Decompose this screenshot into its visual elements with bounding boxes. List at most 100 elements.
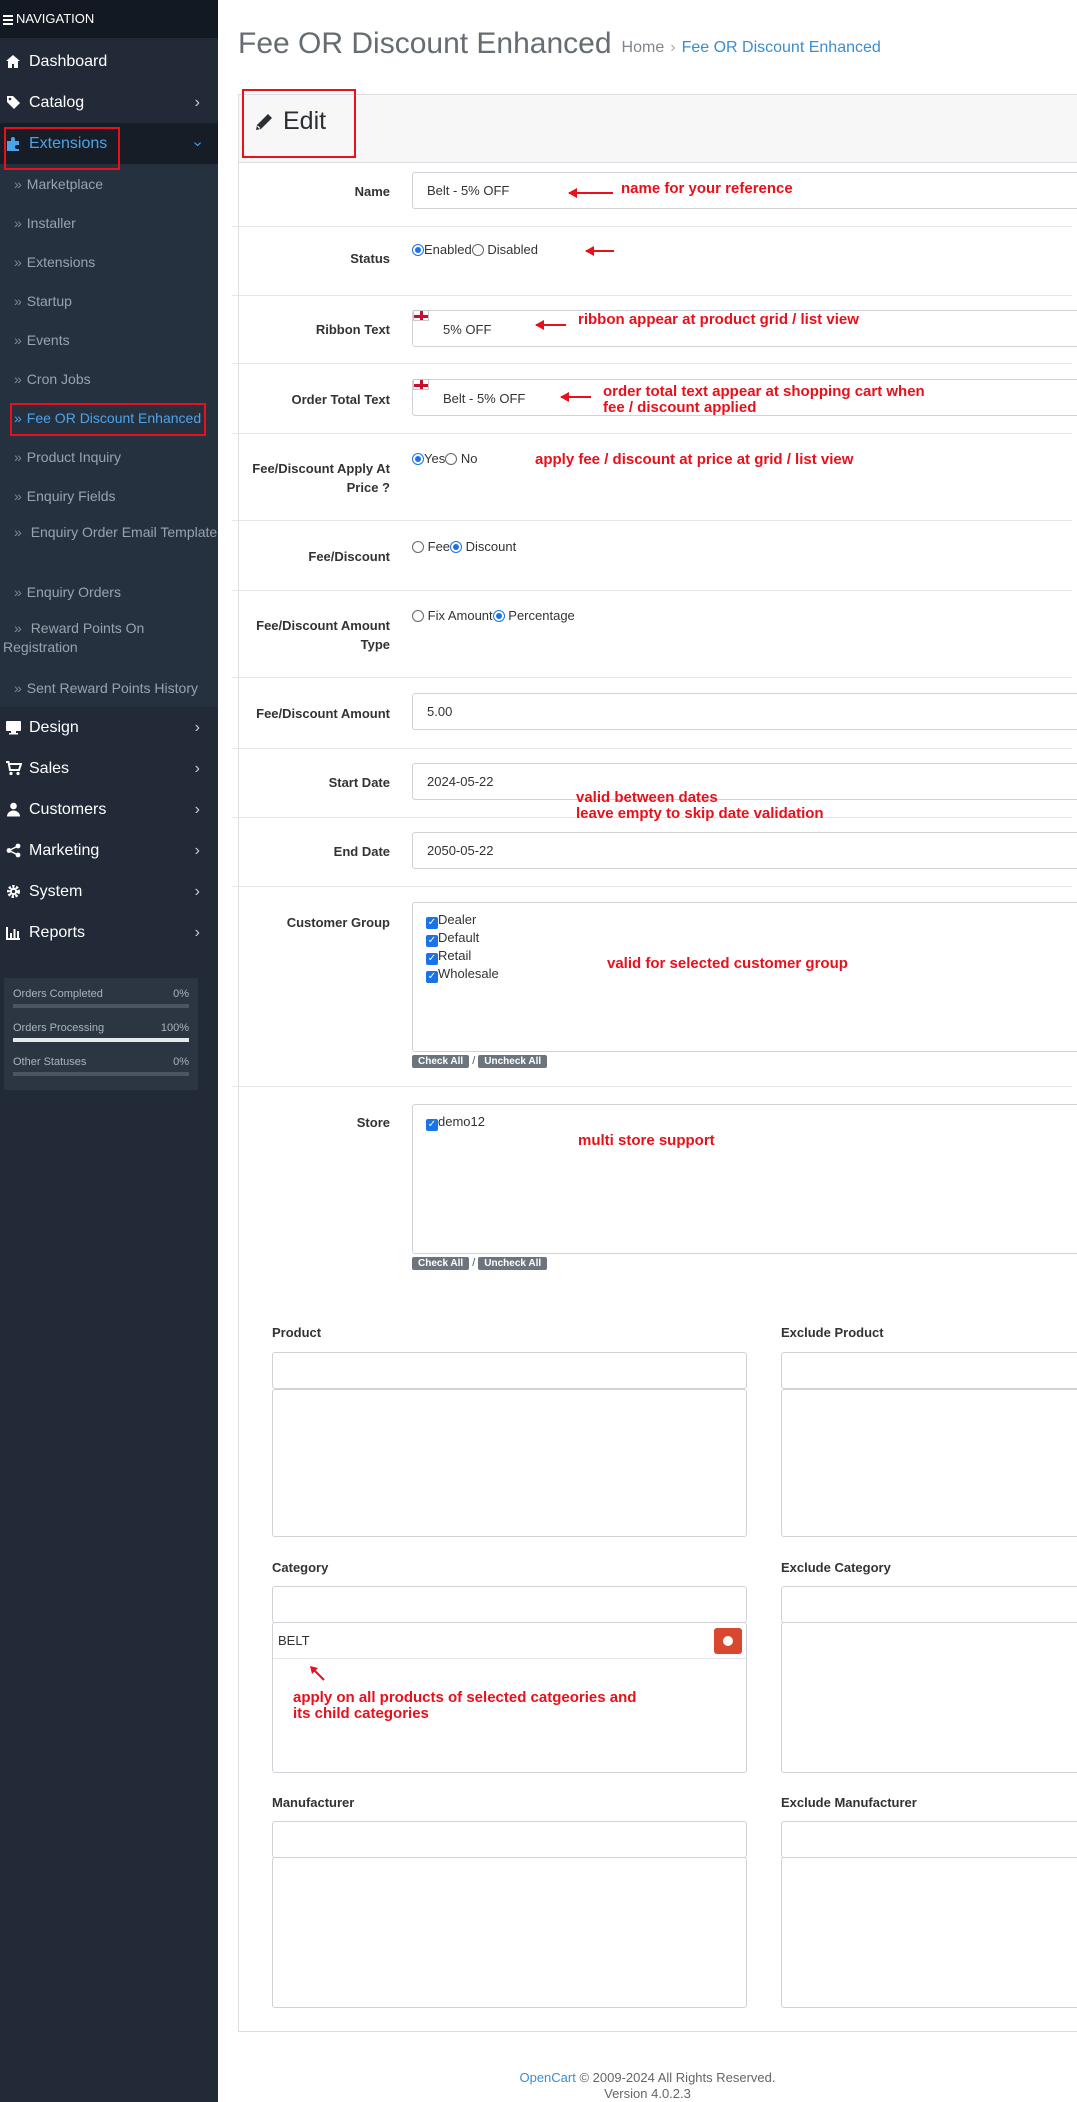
checkbox-checked-icon[interactable]: ✓ xyxy=(426,917,438,929)
annotation-ribbon: ribbon appear at product grid / list vie… xyxy=(578,311,859,328)
double-chevron-icon: » xyxy=(14,175,22,192)
sub-item-label: Startup xyxy=(26,292,72,309)
discount-radio[interactable] xyxy=(450,541,463,553)
stat-label: Orders Processing xyxy=(13,1022,105,1034)
nav-item-catalog[interactable]: Catalog › xyxy=(0,82,218,123)
sub-item-cron-jobs[interactable]: » Cron Jobs xyxy=(0,359,218,398)
nav-item-label: Extensions xyxy=(29,134,108,152)
breadcrumb-separator: › xyxy=(670,39,676,56)
sub-item-enquiry-orders[interactable]: » Enquiry Orders xyxy=(0,572,218,611)
checkbox-checked-icon[interactable]: ✓ xyxy=(426,953,438,965)
percentage-label: Percentage xyxy=(508,608,575,623)
customer-group-check-all-button[interactable]: Check All xyxy=(412,1055,470,1068)
order-total-text-value: Belt - 5% OFF xyxy=(443,391,526,406)
sub-item-extensions[interactable]: » Extensions xyxy=(0,242,218,281)
apply-no-radio[interactable] xyxy=(445,453,458,465)
status-label: Status xyxy=(350,251,390,266)
status-disabled-radio[interactable] xyxy=(471,244,484,256)
annotation-arrow xyxy=(560,392,591,402)
end-date-label: End Date xyxy=(333,844,390,859)
nav-item-sales[interactable]: Sales › xyxy=(0,748,218,789)
nav-item-marketing[interactable]: Marketing › xyxy=(0,830,218,871)
annotation-name: name for your reference xyxy=(621,180,793,197)
double-chevron-icon: » xyxy=(14,409,22,426)
status-enabled-radio[interactable] xyxy=(412,244,424,256)
exclude-category-list xyxy=(781,1622,1077,1773)
exclude-manufacturer-input[interactable] xyxy=(781,1821,1077,1858)
sub-item-enquiry-fields[interactable]: » Enquiry Fields xyxy=(0,476,218,515)
category-input[interactable] xyxy=(272,1586,747,1623)
main-content: Fee OR Discount Enhanced Home › Fee OR Dis… xyxy=(218,0,1077,2102)
annotation-order-total: order total text appear at shopping cart… xyxy=(603,384,925,416)
product-input[interactable] xyxy=(272,1352,747,1389)
manufacturer-list xyxy=(272,1857,747,2008)
chevron-right-icon: › xyxy=(194,801,200,818)
breadcrumb-current[interactable]: Fee OR Discount Enhanced xyxy=(682,39,881,56)
sub-item-label: Cron Jobs xyxy=(26,370,91,387)
store-check-all-button[interactable]: Check All xyxy=(412,1257,470,1270)
sub-item-installer[interactable]: » Installer xyxy=(0,203,218,242)
stat-progress-bar xyxy=(13,1038,189,1042)
stat-value: 100% xyxy=(160,1022,189,1034)
stat-orders-completed: Orders Completed 0% xyxy=(13,988,189,1008)
annotation-customer-group: valid for selected customer group xyxy=(607,955,848,972)
amount-input[interactable]: 5.00 xyxy=(412,693,1077,730)
exclude-product-input[interactable] xyxy=(781,1352,1077,1389)
sub-item-label: Enquiry Fields xyxy=(26,487,116,504)
store-uncheck-all-button[interactable]: Uncheck All xyxy=(478,1257,548,1270)
customer-group-option[interactable]: ✓ Dealer xyxy=(426,911,1077,929)
fee-radio[interactable] xyxy=(412,541,424,553)
footer-opencart-link[interactable]: OpenCart xyxy=(519,2070,575,2085)
sidebar: NAVIGATION Dashboard Catalog › Extension… xyxy=(0,0,218,2102)
navigation-header[interactable]: NAVIGATION xyxy=(0,0,218,38)
nav-item-dashboard[interactable]: Dashboard xyxy=(0,41,218,82)
monitor-icon xyxy=(3,719,23,737)
breadcrumb-home[interactable]: Home xyxy=(622,39,665,56)
checkbox-checked-icon[interactable]: ✓ xyxy=(426,971,438,983)
sub-item-events[interactable]: » Events xyxy=(0,320,218,359)
pencil-icon xyxy=(256,113,272,130)
annotation-arrow xyxy=(568,188,613,198)
sub-item-label: Product Inquiry xyxy=(26,448,121,465)
double-chevron-icon: » xyxy=(14,620,22,636)
exclude-category-input[interactable] xyxy=(781,1586,1077,1623)
sub-item-label: Reward Points On Registration xyxy=(3,620,145,655)
sub-item-fee-or-discount-enhanced[interactable]: » Fee OR Discount Enhanced xyxy=(0,398,218,437)
apply-yes-radio[interactable] xyxy=(412,453,424,465)
nav-item-label: System xyxy=(29,882,83,900)
customer-group-option[interactable]: ✓ Default xyxy=(426,929,1077,947)
checkbox-checked-icon[interactable]: ✓ xyxy=(426,1119,438,1131)
sub-item-enquiry-order-email-template[interactable]: » Enquiry Order Email Template xyxy=(0,515,218,572)
customer-group-label: Customer Group xyxy=(286,915,390,930)
sub-item-product-inquiry[interactable]: » Product Inquiry xyxy=(0,437,218,476)
nav-item-customers[interactable]: Customers › xyxy=(0,789,218,830)
customer-group-name: Dealer xyxy=(438,912,477,927)
sub-item-label: Events xyxy=(26,331,70,348)
store-option[interactable]: ✓ demo12 xyxy=(426,1113,1077,1131)
nav-item-system[interactable]: System › xyxy=(0,871,218,912)
fee-discount-label: Fee/Discount xyxy=(308,549,390,564)
sub-item-startup[interactable]: » Startup xyxy=(0,281,218,320)
store-label: Store xyxy=(356,1115,390,1130)
sub-item-marketplace[interactable]: » Marketplace xyxy=(0,164,218,203)
nav-item-label: Catalog xyxy=(29,93,85,111)
manufacturer-input[interactable] xyxy=(272,1821,747,1858)
nav-item-label: Customers xyxy=(29,800,107,818)
sub-item-reward-points-on-registration[interactable]: » Reward Points On Registration xyxy=(0,611,218,668)
stat-value: 0% xyxy=(173,988,189,1000)
sub-item-sent-reward-points-history[interactable]: » Sent Reward Points History xyxy=(0,668,218,707)
tag-icon xyxy=(3,94,23,112)
nav-item-design[interactable]: Design › xyxy=(0,707,218,748)
checkbox-checked-icon[interactable]: ✓ xyxy=(426,935,438,947)
percentage-radio[interactable] xyxy=(492,610,505,622)
fix-amount-radio[interactable] xyxy=(412,610,424,622)
end-date-input[interactable]: 2050-05-22 xyxy=(412,832,1077,869)
ribbon-text-label: Ribbon Text xyxy=(315,322,390,337)
nav-item-reports[interactable]: Reports › xyxy=(0,912,218,953)
uk-flag-icon xyxy=(413,379,429,390)
status-enabled-label: Enabled xyxy=(424,242,472,257)
cart-icon xyxy=(3,760,23,778)
remove-category-button[interactable] xyxy=(714,1628,742,1654)
nav-item-extensions[interactable]: Extensions › xyxy=(0,123,218,164)
customer-group-uncheck-all-button[interactable]: Uncheck All xyxy=(478,1055,548,1068)
